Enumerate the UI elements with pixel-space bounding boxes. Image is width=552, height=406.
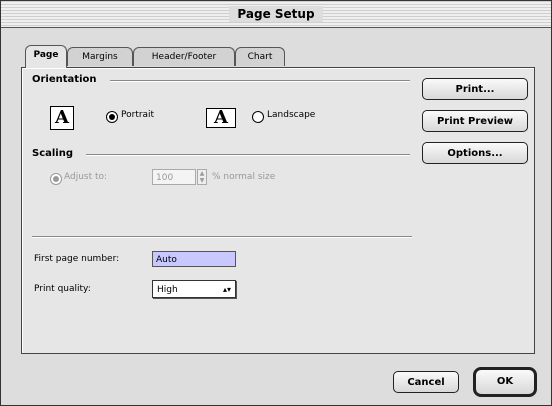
stepper-arrows-icon[interactable]: ▲ ▼ xyxy=(197,169,207,185)
print-quality-label: Print quality: xyxy=(34,284,91,294)
section-divider xyxy=(32,236,412,238)
orientation-group-label: Orientation xyxy=(32,74,97,85)
updown-arrow-icon: ▴▾ xyxy=(222,285,231,294)
orientation-divider xyxy=(110,80,410,82)
first-page-number-label: First page number: xyxy=(34,254,120,264)
title-bar[interactable]: Page Setup xyxy=(1,1,551,28)
page-tab-panel: Orientation A Portrait A Landscape Scali… xyxy=(21,67,535,354)
print-quality-popup[interactable]: High ▴▾ xyxy=(152,280,236,298)
scaling-divider xyxy=(86,154,410,156)
portrait-radio[interactable] xyxy=(106,111,118,123)
scale-percent-field[interactable]: 100 xyxy=(152,169,196,185)
tab-header-footer[interactable]: Header/Footer xyxy=(133,47,235,66)
window-title: Page Setup xyxy=(229,6,323,22)
adjust-to-radio[interactable] xyxy=(50,173,62,185)
landscape-label[interactable]: Landscape xyxy=(267,110,315,120)
adjust-to-label: Adjust to: xyxy=(64,172,108,182)
scaling-group-label: Scaling xyxy=(32,148,74,159)
page-setup-dialog: Page Setup Page Margins Header/Footer Ch… xyxy=(0,0,552,406)
print-button[interactable]: Print... xyxy=(422,78,528,100)
print-quality-value: High xyxy=(157,285,178,295)
landscape-page-icon: A xyxy=(206,108,236,128)
normal-size-label: % normal size xyxy=(212,172,276,182)
landscape-radio[interactable] xyxy=(252,111,264,123)
print-preview-button[interactable]: Print Preview xyxy=(422,110,528,132)
options-button[interactable]: Options... xyxy=(422,142,528,164)
portrait-label[interactable]: Portrait xyxy=(121,110,154,120)
tab-margins[interactable]: Margins xyxy=(67,47,133,66)
cancel-button[interactable]: Cancel xyxy=(393,371,459,393)
tab-page[interactable]: Page xyxy=(25,45,67,68)
first-page-number-field[interactable]: Auto xyxy=(152,251,236,267)
tab-chart[interactable]: Chart xyxy=(235,47,285,66)
portrait-page-icon: A xyxy=(50,106,74,130)
ok-button[interactable]: OK xyxy=(473,367,537,397)
